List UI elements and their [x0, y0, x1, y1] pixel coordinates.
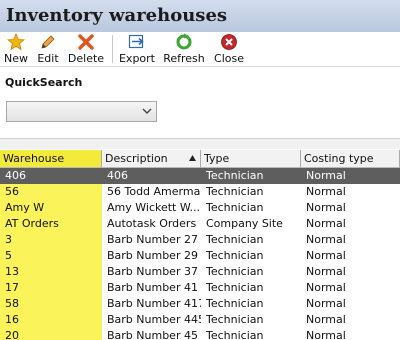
- cell-type: Technician: [206, 313, 264, 326]
- cell-type: Technician: [206, 265, 264, 278]
- cell-description: Amy Wickett W...: [107, 201, 200, 214]
- table-row[interactable]: 17 Barb Number 41 Technician Normal: [0, 280, 400, 296]
- new-button[interactable]: New: [2, 32, 30, 66]
- column-header-costing-type[interactable]: Costing type: [301, 150, 400, 167]
- toolbar-separator: [112, 35, 113, 63]
- grid-header: Warehouse Description Type Costing type: [0, 150, 400, 168]
- column-header-warehouse[interactable]: Warehouse: [0, 150, 102, 167]
- cell-costing: Normal: [306, 233, 346, 246]
- chevron-down-icon: [142, 108, 152, 114]
- close-circle-icon: [221, 34, 237, 50]
- close-button[interactable]: Close: [211, 32, 247, 66]
- star-icon: [7, 33, 25, 51]
- cell-warehouse: 13: [0, 264, 102, 280]
- export-label: Export: [118, 52, 155, 65]
- export-button[interactable]: Export: [118, 32, 156, 66]
- table-row[interactable]: Amy W Amy Wickett W... Technician Normal: [0, 200, 400, 216]
- window-titlebar: Inventory warehouses: [0, 0, 400, 32]
- new-label: New: [4, 52, 28, 65]
- cell-warehouse: 3: [0, 232, 102, 248]
- cell-description: Barb Number 445: [107, 313, 201, 326]
- cell-warehouse: AT Orders: [0, 216, 102, 232]
- cell-warehouse: 406: [0, 168, 102, 184]
- edit-label: Edit: [37, 52, 59, 65]
- cell-warehouse: 5: [0, 248, 102, 264]
- pencil-icon: [41, 35, 55, 49]
- edit-button[interactable]: Edit: [34, 32, 62, 66]
- cell-warehouse: 16: [0, 312, 102, 328]
- cell-costing: Normal: [306, 201, 346, 214]
- cell-costing: Normal: [301, 168, 400, 184]
- sort-ascending-icon: [189, 155, 196, 161]
- cell-warehouse: 17: [0, 280, 102, 296]
- cell-costing: Normal: [306, 217, 346, 230]
- panel-divider: [0, 139, 400, 149]
- column-header-description-label: Description: [105, 152, 168, 165]
- cell-warehouse: 58: [0, 296, 102, 312]
- cell-costing: Normal: [306, 297, 346, 310]
- table-row[interactable]: 13 Barb Number 37 Technician Normal: [0, 264, 400, 280]
- cell-description: 56 Todd Amerman: [107, 185, 201, 198]
- table-row[interactable]: AT Orders Autotask Orders Company Site Norm…: [0, 216, 400, 232]
- cell-costing: Normal: [306, 185, 346, 198]
- cell-costing: Normal: [306, 281, 346, 294]
- export-icon: [128, 34, 144, 49]
- warehouse-grid: Warehouse Description Type Costing type …: [0, 150, 400, 340]
- cell-type: Technician: [206, 201, 264, 214]
- refresh-button[interactable]: Refresh: [161, 32, 207, 66]
- column-header-type[interactable]: Type: [201, 150, 301, 167]
- delete-x-icon: [78, 34, 94, 50]
- cell-type: Technician: [206, 281, 264, 294]
- table-row[interactable]: 20 Barb Number 45 Technician Normal: [0, 328, 400, 340]
- cell-type: Company Site: [206, 217, 283, 230]
- cell-description: Autotask Orders: [107, 217, 197, 230]
- cell-costing: Normal: [306, 329, 346, 340]
- table-row[interactable]: 3 Barb Number 27 Technician Normal: [0, 232, 400, 248]
- cell-type: Technician: [206, 233, 264, 246]
- table-row[interactable]: 5 Barb Number 29 Technician Normal: [0, 248, 400, 264]
- cell-costing: Normal: [306, 313, 346, 326]
- table-row[interactable]: 16 Barb Number 445 Technician Normal: [0, 312, 400, 328]
- cell-description: 406: [102, 168, 201, 184]
- window-title: Inventory warehouses: [6, 5, 228, 26]
- quicksearch-dropdown[interactable]: [6, 101, 157, 122]
- column-header-description[interactable]: Description: [102, 150, 201, 167]
- cell-warehouse: 56: [0, 184, 102, 200]
- quicksearch-panel: QuickSearch: [0, 67, 400, 139]
- cell-costing: Normal: [306, 249, 346, 262]
- cell-costing: Normal: [306, 265, 346, 278]
- quicksearch-label: QuickSearch: [5, 76, 83, 89]
- cell-description: Barb Number 29: [107, 249, 198, 262]
- cell-warehouse: Amy W: [0, 200, 102, 216]
- cell-type: Technician: [201, 168, 301, 184]
- cell-type: Technician: [206, 185, 264, 198]
- cell-description: Barb Number 27: [107, 233, 198, 246]
- toolbar: New Edit Delete Export Refresh Close: [0, 32, 400, 67]
- cell-type: Technician: [206, 297, 264, 310]
- table-row[interactable]: 58 Barb Number 417 Technician Normal: [0, 296, 400, 312]
- table-row[interactable]: 56 56 Todd Amerman Technician Normal: [0, 184, 400, 200]
- close-label: Close: [214, 52, 244, 65]
- refresh-icon: [176, 33, 192, 50]
- delete-button[interactable]: Delete: [67, 32, 105, 66]
- cell-description: Barb Number 37: [107, 265, 198, 278]
- cell-type: Technician: [206, 329, 264, 340]
- cell-warehouse: 20: [0, 328, 102, 340]
- cell-description: Barb Number 417: [107, 297, 201, 310]
- refresh-label: Refresh: [163, 52, 205, 65]
- cell-description: Barb Number 45: [107, 329, 198, 340]
- cell-description: Barb Number 41: [107, 281, 198, 294]
- table-row[interactable]: 406 406 Technician Normal: [0, 168, 400, 184]
- cell-type: Technician: [206, 249, 264, 262]
- delete-label: Delete: [67, 52, 105, 65]
